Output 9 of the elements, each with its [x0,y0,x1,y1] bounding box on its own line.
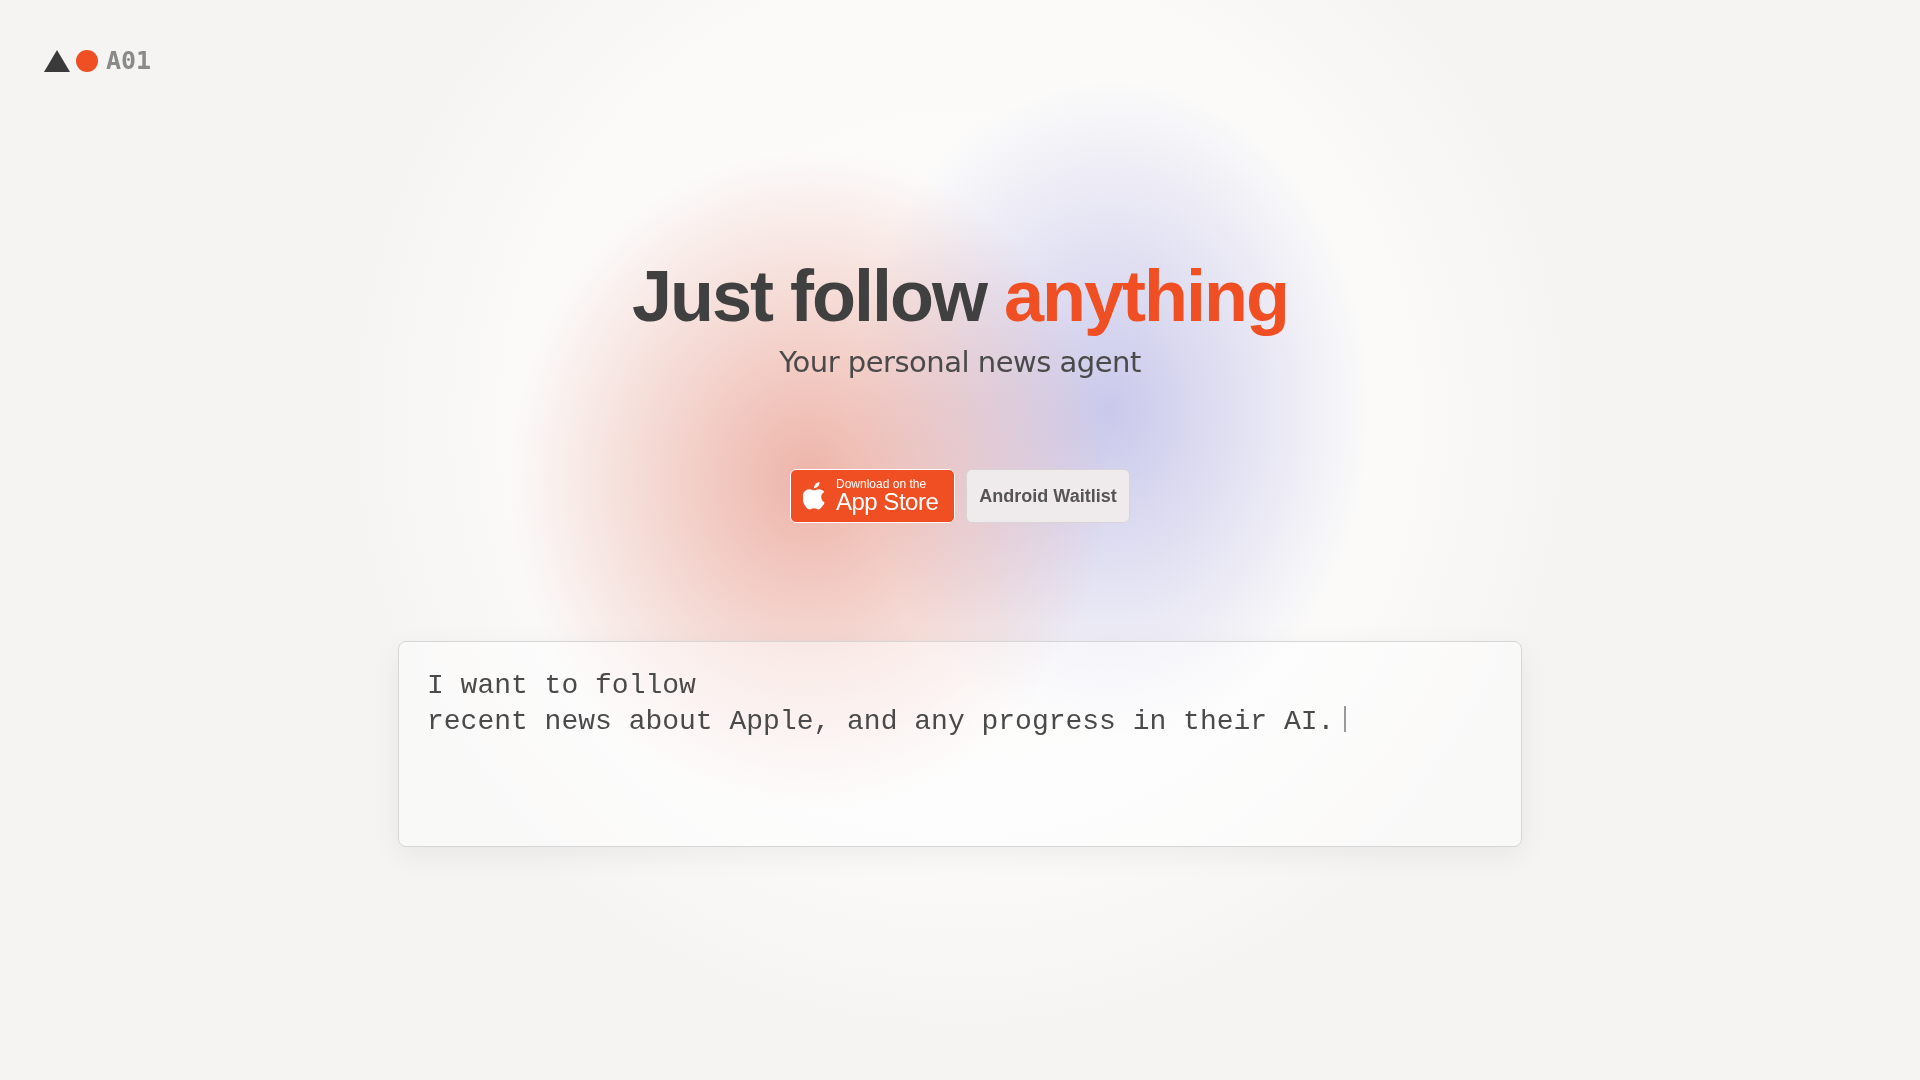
circle-icon [76,49,98,72]
subtitle: Your personal news agent [779,345,1141,379]
app-store-button[interactable]: Download on the App Store [790,469,955,523]
apple-icon [803,482,827,510]
prompt-field[interactable]: I want to follow recent news about Apple, and any progress in their AI. [398,641,1522,847]
headline: Just follow anything [631,255,1289,338]
android-waitlist-button[interactable]: Android Waitlist [966,469,1130,523]
logo-text[interactable]: A01 [106,46,152,75]
triangle-icon [44,49,70,72]
